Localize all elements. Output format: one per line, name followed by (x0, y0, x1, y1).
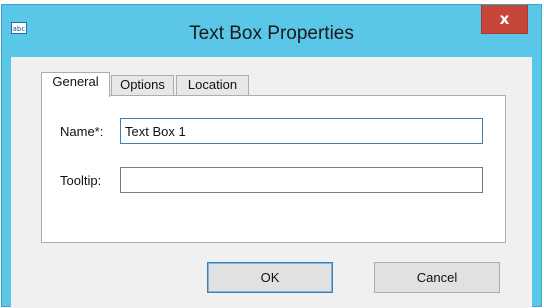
tab-options[interactable]: Options (111, 75, 174, 95)
name-label: Name*: (60, 124, 104, 139)
name-input[interactable] (120, 118, 483, 144)
title-bar[interactable]: abc Text Box Properties x (2, 5, 541, 61)
close-icon: x (499, 10, 510, 28)
tab-general[interactable]: General (41, 72, 110, 97)
tooltip-label: Tooltip: (60, 173, 102, 188)
close-button[interactable]: x (481, 5, 528, 34)
dialog-client-area: General Options Location Name*: Tooltip:… (11, 57, 532, 308)
ok-button[interactable]: OK (207, 262, 333, 293)
tab-location[interactable]: Location (176, 75, 249, 95)
dialog-title: Text Box Properties (189, 23, 354, 44)
general-tab-panel: Name*: Tooltip: (41, 95, 506, 243)
text-box-properties-dialog: abc Text Box Properties x General Option… (1, 4, 542, 308)
tooltip-input[interactable] (120, 167, 483, 193)
cancel-button[interactable]: Cancel (374, 262, 500, 293)
